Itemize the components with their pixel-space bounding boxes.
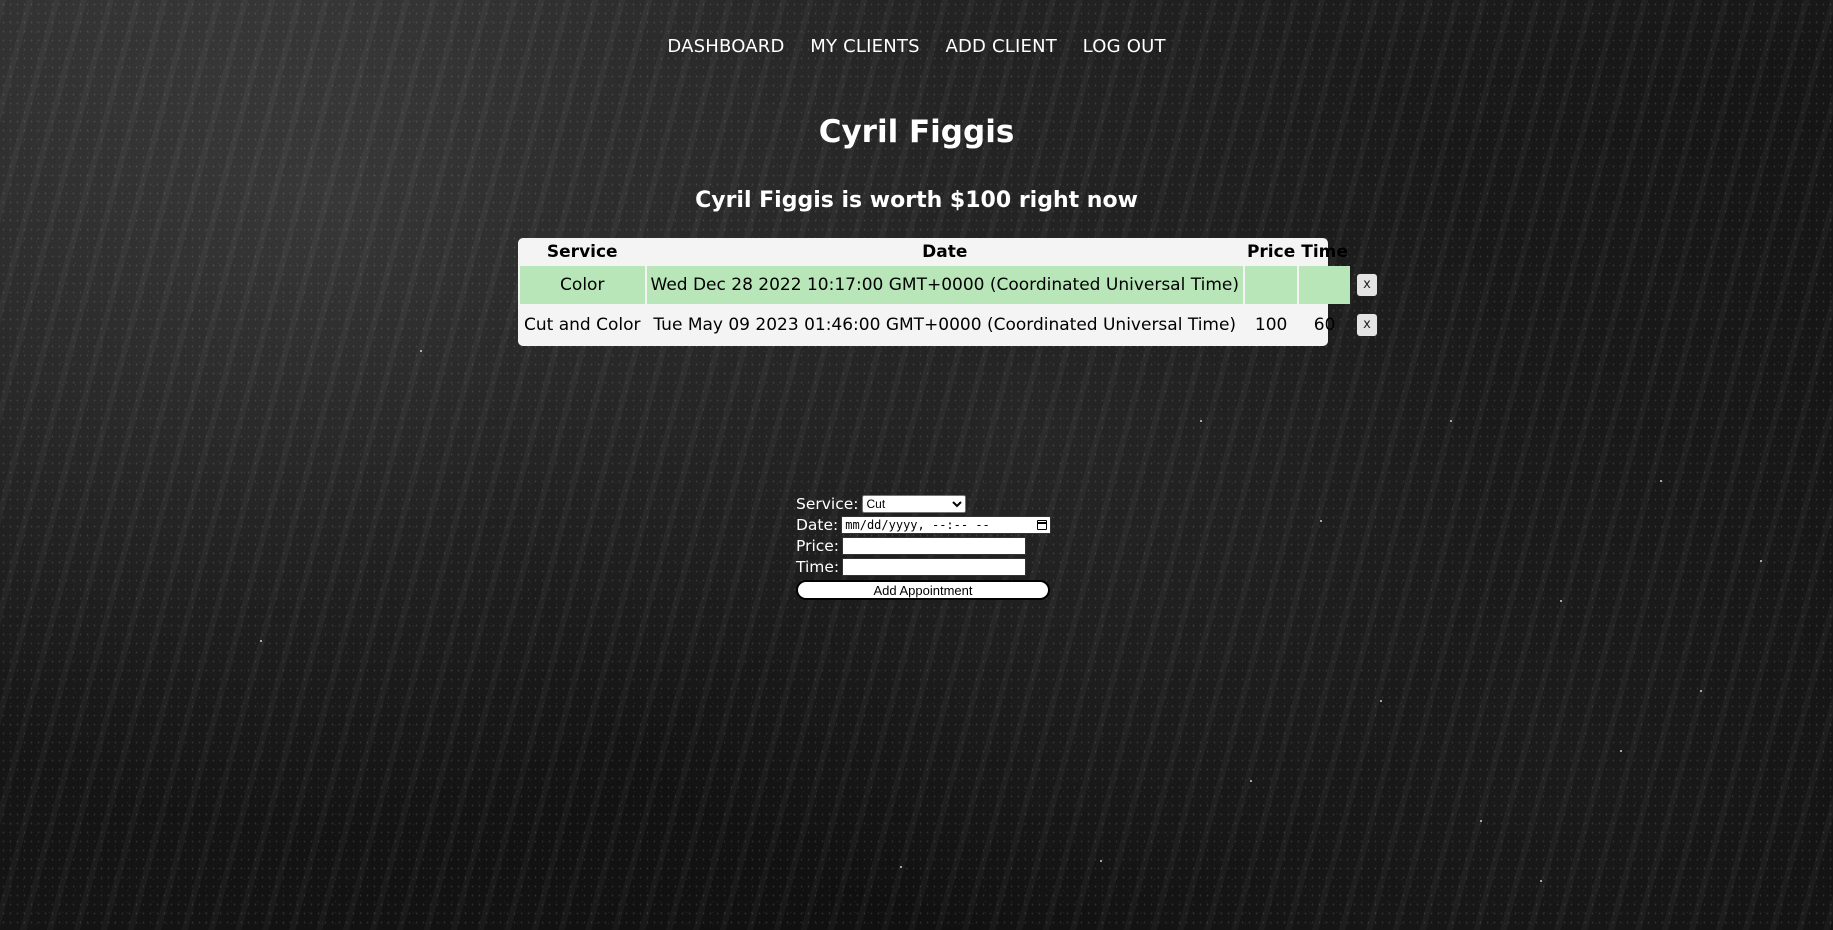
header-price: Price [1246,242,1296,262]
table-header-row: Service Date Price Time [520,240,1382,264]
price-input[interactable] [842,536,1027,555]
date-label: Date: [796,515,839,534]
top-nav: DASHBOARD MY CLIENTS ADD CLIENT LOG OUT [0,36,1833,57]
header-date: Date [922,242,968,262]
calendar-icon[interactable] [1037,519,1048,530]
time-input[interactable] [842,557,1027,576]
cell-date: Tue May 09 2023 01:46:00 GMT+0000 (Coord… [653,315,1237,335]
cell-price [1244,266,1298,304]
nav-my-clients[interactable]: MY CLIENTS [810,36,919,57]
time-label: Time: [796,557,840,576]
date-row: Date: mm/dd/yyyy, --:-- -- [796,514,1052,535]
cell-time [1299,266,1350,304]
date-input[interactable]: mm/dd/yyyy, --:-- -- [841,515,1052,534]
cell-date: Wed Dec 28 2022 10:17:00 GMT+0000 (Coord… [646,266,1243,304]
table-row: Cut and Color Tue May 09 2023 01:46:00 G… [520,306,1382,344]
delete-appointment-button[interactable]: x [1355,313,1378,337]
cell-time: 60 [1313,315,1336,335]
appointments-table: Service Date Price Time Color Wed Dec 28… [518,238,1384,346]
service-label: Service: [796,494,859,513]
delete-appointment-button[interactable]: x [1355,273,1378,297]
price-row: Price: [796,535,1051,556]
header-actions [1352,240,1382,264]
time-row: Time: [796,556,1051,577]
header-time: Time [1301,242,1348,262]
appointments-table-container: Service Date Price Time Color Wed Dec 28… [518,238,1378,346]
date-input-placeholder: mm/dd/yyyy, --:-- -- [845,517,990,532]
table-row: Color Wed Dec 28 2022 10:17:00 GMT+0000 … [520,266,1382,304]
price-label: Price: [796,536,840,555]
cell-actions: x [1352,266,1382,304]
add-appointment-form: Service: Cut Date: mm/dd/yyyy, --:-- -- … [796,493,1052,600]
service-row: Service: Cut [796,493,1051,514]
client-worth: Cyril Figgis is worth $100 right now [695,188,1138,213]
service-select[interactable]: Cut [861,494,966,513]
add-appointment-button[interactable]: Add Appointment [796,580,1050,600]
cell-actions: x [1352,306,1382,344]
cell-service: Cut and Color [524,315,641,335]
cell-price: 100 [1254,315,1288,335]
nav-dashboard[interactable]: DASHBOARD [667,36,784,57]
cell-service: Color [520,266,645,304]
nav-log-out[interactable]: LOG OUT [1083,36,1166,57]
page-title: Cyril Figgis [818,114,1015,150]
header-service: Service [546,242,618,262]
nav-add-client[interactable]: ADD CLIENT [945,36,1057,57]
